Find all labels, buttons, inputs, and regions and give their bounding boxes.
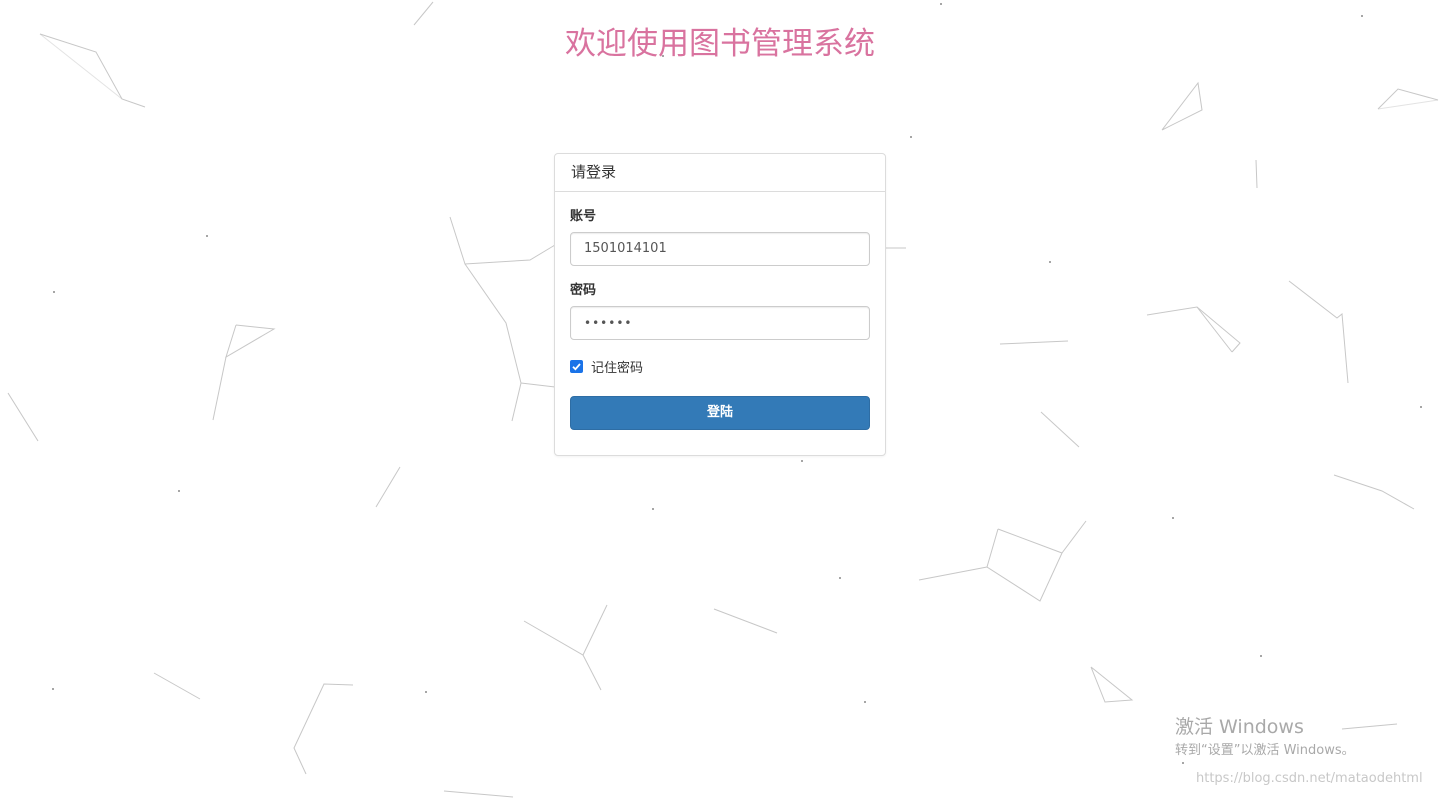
account-input[interactable]: 1501014101: [570, 232, 870, 266]
login-form: 账号 1501014101 密码 •••••• 记住密码 登陆: [555, 208, 885, 430]
blog-credit: https://blog.csdn.net/mataodehtml: [1196, 771, 1423, 786]
activate-windows-title: 激活 Windows: [1175, 716, 1304, 738]
login-button[interactable]: 登陆: [570, 396, 870, 430]
login-panel-heading: 请登录: [555, 154, 885, 192]
checkmark-icon: [572, 362, 581, 371]
remember-password-row[interactable]: 记住密码: [570, 356, 870, 376]
remember-password-label: 记住密码: [591, 360, 644, 376]
remember-password-checkbox[interactable]: [570, 359, 583, 373]
login-panel: 请登录 账号 1501014101 密码 •••••• 记住密码 登陆: [554, 153, 886, 456]
page-title: 欢迎使用图书管理系统: [565, 26, 875, 62]
account-label: 账号: [570, 209, 597, 224]
activate-windows-hint: 转到“设置”以激活 Windows。: [1175, 743, 1355, 758]
password-input[interactable]: ••••••: [570, 306, 870, 340]
password-label: 密码: [570, 283, 597, 298]
